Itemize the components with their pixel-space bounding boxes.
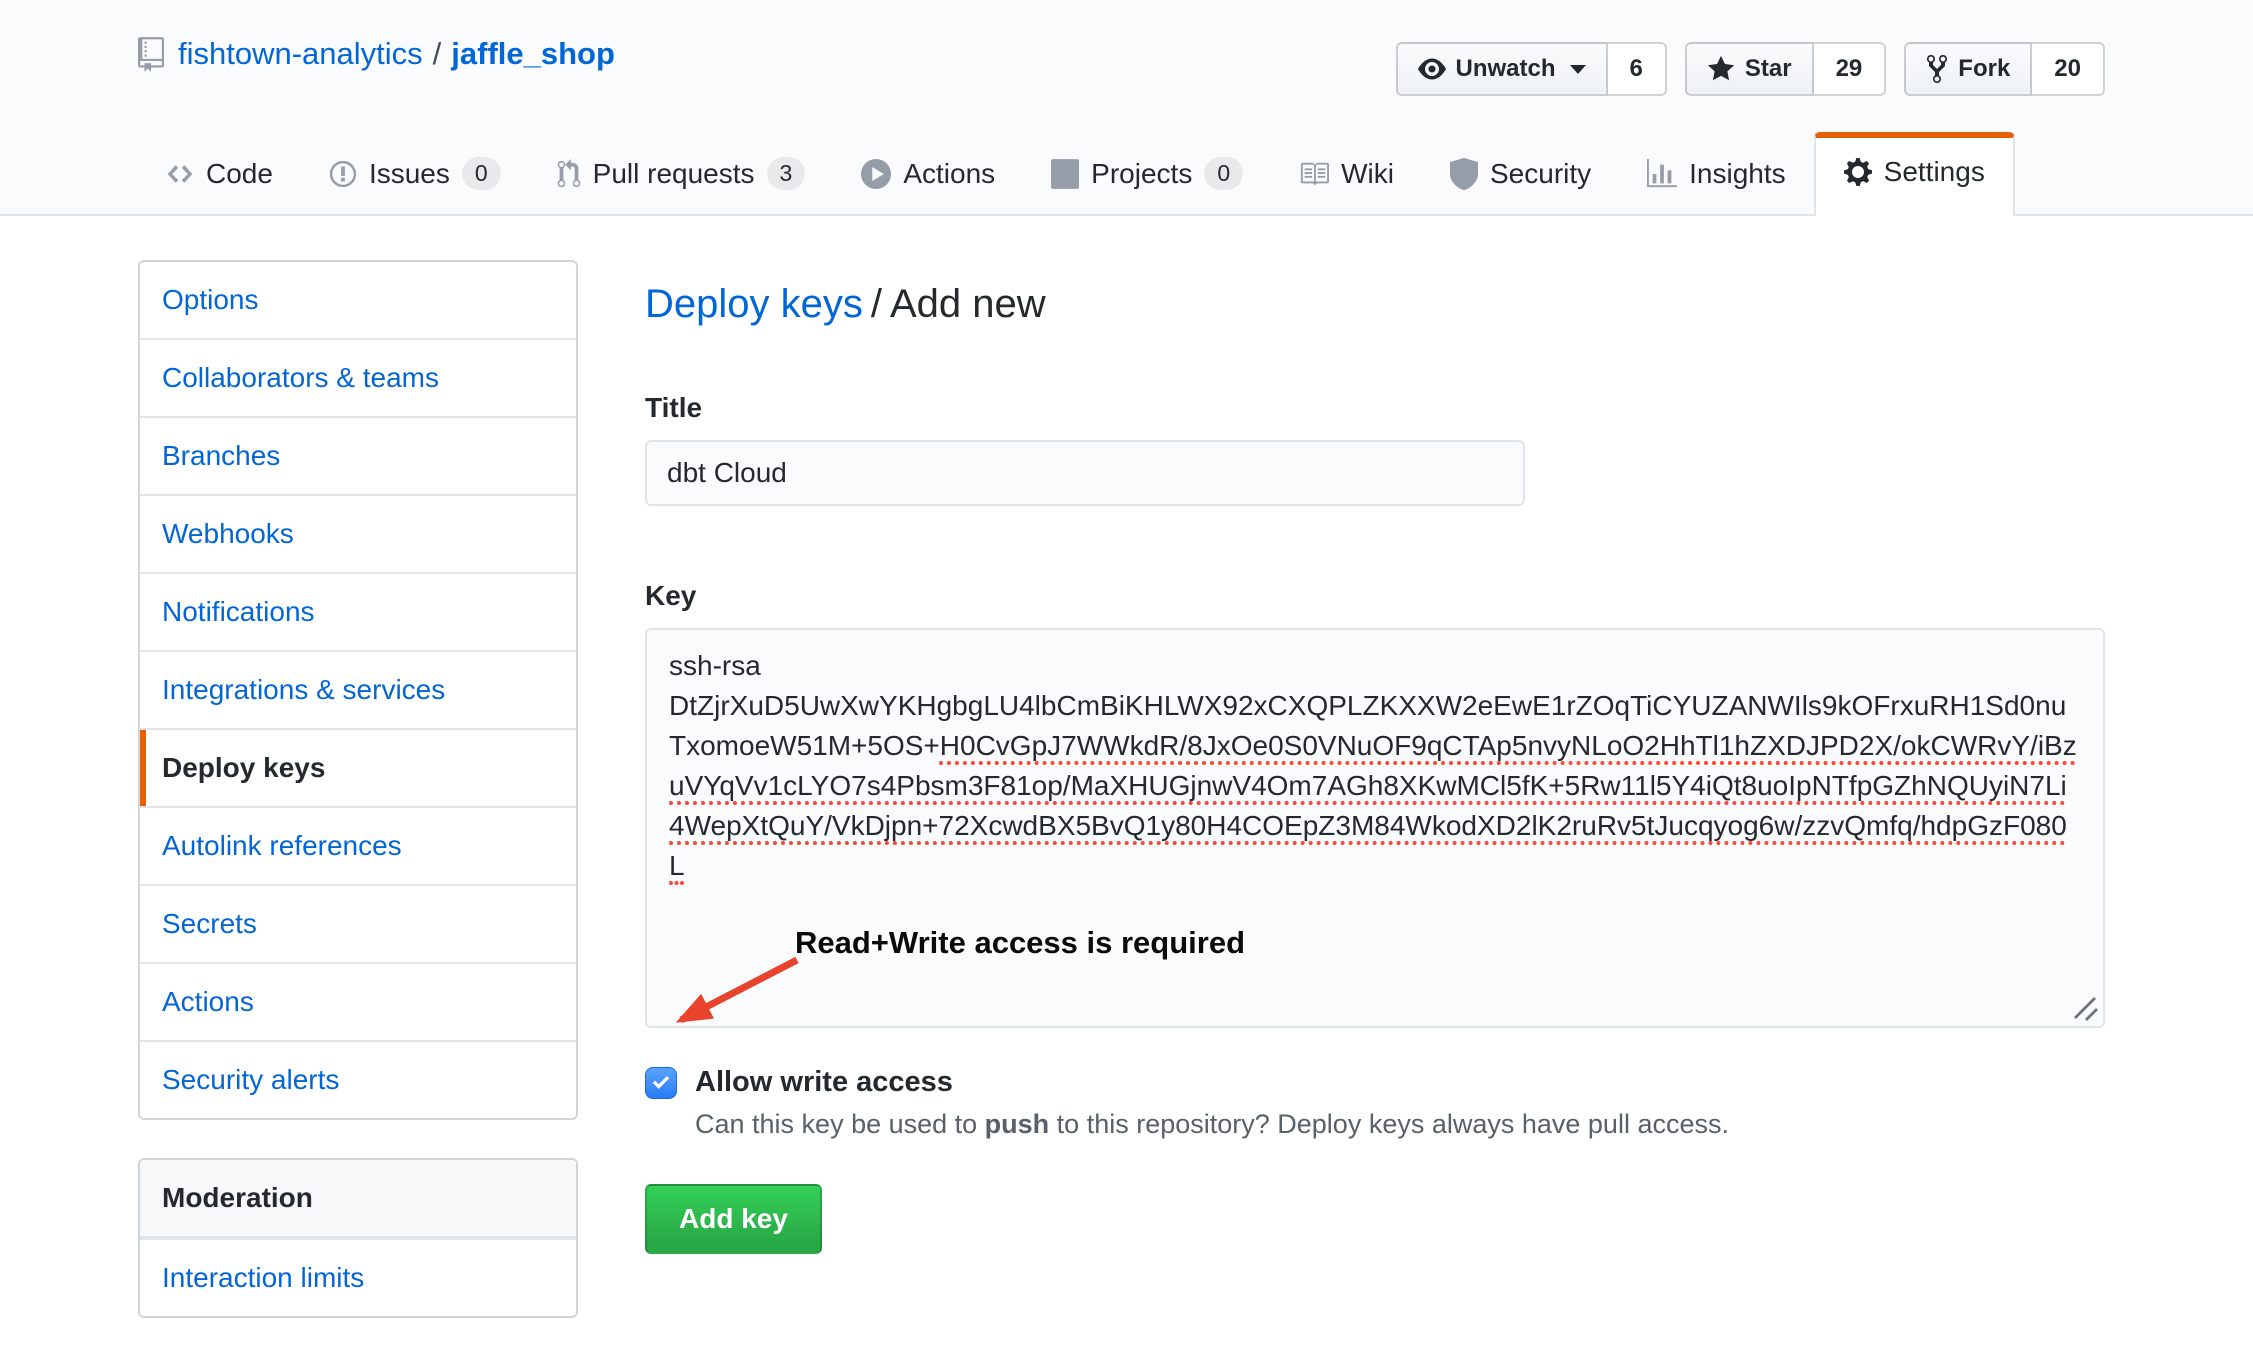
deploy-key-form: Deploy keys/Add new Title Key ssh-rsa Dt… bbox=[645, 280, 2105, 1254]
fork-label: Fork bbox=[1958, 55, 2010, 83]
allow-write-help-text: Can this key be used to push to this rep… bbox=[695, 1109, 2105, 1140]
repo-nav: Code Issues 0 Pull requests 3 Actions Pr… bbox=[138, 132, 2015, 216]
sidebar-item-deploy-keys[interactable]: Deploy keys bbox=[140, 728, 576, 806]
tab-security[interactable]: Security bbox=[1422, 134, 1619, 216]
deploy-keys-breadcrumb-link[interactable]: Deploy keys bbox=[645, 282, 863, 326]
repo-icon bbox=[138, 37, 164, 72]
unwatch-button[interactable]: Unwatch bbox=[1396, 42, 1608, 96]
annotation-text: Read+Write access is required bbox=[795, 925, 1245, 961]
eye-icon bbox=[1418, 55, 1446, 83]
watchers-count[interactable]: 6 bbox=[1608, 42, 1667, 96]
tab-settings[interactable]: Settings bbox=[1814, 132, 2015, 216]
tab-label: Code bbox=[206, 158, 273, 190]
sidebar-item-interaction-limits[interactable]: Interaction limits bbox=[140, 1238, 576, 1316]
checkmark-icon bbox=[650, 1072, 672, 1094]
tab-label: Settings bbox=[1884, 156, 1985, 188]
title-input[interactable] bbox=[645, 440, 1525, 506]
tab-issues[interactable]: Issues 0 bbox=[301, 133, 529, 216]
tab-code[interactable]: Code bbox=[138, 134, 301, 216]
key-field-label: Key bbox=[645, 580, 2105, 612]
fork-button[interactable]: Fork bbox=[1904, 42, 2032, 96]
key-textarea[interactable]: ssh-rsa DtZjrXuD5UwXwYKHgbgLU4lbCmBiKHLW… bbox=[645, 628, 2105, 1028]
gear-icon bbox=[1844, 156, 1872, 188]
tab-pull-requests[interactable]: Pull requests 3 bbox=[529, 133, 834, 216]
star-label: Star bbox=[1745, 55, 1792, 83]
help-text-after: to this repository? Deploy keys always h… bbox=[1049, 1109, 1729, 1139]
repo-header: fishtown-analytics / jaffle_shop Unwatch… bbox=[0, 0, 2253, 216]
help-text-push: push bbox=[985, 1109, 1050, 1139]
tab-actions[interactable]: Actions bbox=[833, 134, 1023, 216]
tab-label: Security bbox=[1490, 158, 1591, 190]
project-icon bbox=[1051, 159, 1079, 189]
repo-owner-link[interactable]: fishtown-analytics bbox=[178, 36, 423, 72]
issue-opened-icon bbox=[329, 159, 357, 189]
stargazers-count[interactable]: 29 bbox=[1814, 42, 1887, 96]
sidebar-item-options[interactable]: Options bbox=[140, 262, 576, 338]
settings-sidebar: Options Collaborators & teams Branches W… bbox=[138, 260, 578, 1318]
sidebar-item-secrets[interactable]: Secrets bbox=[140, 884, 576, 962]
sidebar-item-webhooks[interactable]: Webhooks bbox=[140, 494, 576, 572]
sidebar-item-integrations-services[interactable]: Integrations & services bbox=[140, 650, 576, 728]
repo-social-actions: Unwatch 6 Star 29 Fork 20 bbox=[1396, 42, 2105, 96]
star-icon bbox=[1707, 54, 1735, 84]
fork-icon bbox=[1926, 53, 1948, 85]
book-icon bbox=[1299, 159, 1329, 189]
breadcrumb-separator: / bbox=[871, 282, 882, 326]
fork-button-group: Fork 20 bbox=[1904, 42, 2105, 96]
sidebar-item-notifications[interactable]: Notifications bbox=[140, 572, 576, 650]
moderation-heading: Moderation bbox=[140, 1160, 576, 1238]
shield-icon bbox=[1450, 158, 1478, 190]
resize-grip-icon[interactable] bbox=[2073, 996, 2099, 1022]
add-key-button[interactable]: Add key bbox=[645, 1184, 822, 1254]
repo-name-link[interactable]: jaffle_shop bbox=[451, 36, 615, 72]
moderation-menu: Moderation Interaction limits bbox=[138, 1158, 578, 1318]
tab-label: Pull requests bbox=[593, 158, 755, 190]
git-pull-request-icon bbox=[557, 159, 581, 189]
sidebar-item-branches[interactable]: Branches bbox=[140, 416, 576, 494]
allow-write-access-label[interactable]: Allow write access bbox=[695, 1066, 953, 1099]
caret-down-icon bbox=[1570, 65, 1586, 74]
star-button[interactable]: Star bbox=[1685, 42, 1814, 96]
tab-projects[interactable]: Projects 0 bbox=[1023, 133, 1271, 216]
sidebar-item-collaborators-teams[interactable]: Collaborators & teams bbox=[140, 338, 576, 416]
help-text-before: Can this key be used to bbox=[695, 1109, 985, 1139]
watch-button-group: Unwatch 6 bbox=[1396, 42, 1667, 96]
code-icon bbox=[166, 160, 194, 188]
github-settings-page: fishtown-analytics / jaffle_shop Unwatch… bbox=[0, 0, 2253, 1364]
play-icon bbox=[861, 159, 891, 189]
pull-requests-counter: 3 bbox=[767, 157, 806, 190]
sidebar-item-actions[interactable]: Actions bbox=[140, 962, 576, 1040]
sidebar-item-autolink-references[interactable]: Autolink references bbox=[140, 806, 576, 884]
repo-separator: / bbox=[433, 36, 442, 72]
star-button-group: Star 29 bbox=[1685, 42, 1886, 96]
allow-write-access-row: Allow write access bbox=[645, 1066, 2105, 1099]
tab-wiki[interactable]: Wiki bbox=[1271, 134, 1422, 216]
settings-menu: Options Collaborators & teams Branches W… bbox=[138, 260, 578, 1120]
issues-counter: 0 bbox=[462, 157, 501, 190]
tab-insights[interactable]: Insights bbox=[1619, 134, 1814, 216]
tab-label: Actions bbox=[903, 158, 995, 190]
projects-counter: 0 bbox=[1204, 157, 1243, 190]
title-field-label: Title bbox=[645, 392, 2105, 424]
tab-label: Issues bbox=[369, 158, 450, 190]
allow-write-checkbox[interactable] bbox=[645, 1067, 677, 1099]
sidebar-item-security-alerts[interactable]: Security alerts bbox=[140, 1040, 576, 1118]
breadcrumb-current: Add new bbox=[890, 282, 1046, 326]
tab-label: Wiki bbox=[1341, 158, 1394, 190]
unwatch-label: Unwatch bbox=[1456, 55, 1556, 83]
graph-icon bbox=[1647, 159, 1677, 189]
tab-label: Projects bbox=[1091, 158, 1192, 190]
tab-label: Insights bbox=[1689, 158, 1786, 190]
forks-count[interactable]: 20 bbox=[2032, 42, 2105, 96]
page-title: Deploy keys/Add new bbox=[645, 280, 2105, 328]
repo-breadcrumb: fishtown-analytics / jaffle_shop bbox=[138, 36, 615, 72]
